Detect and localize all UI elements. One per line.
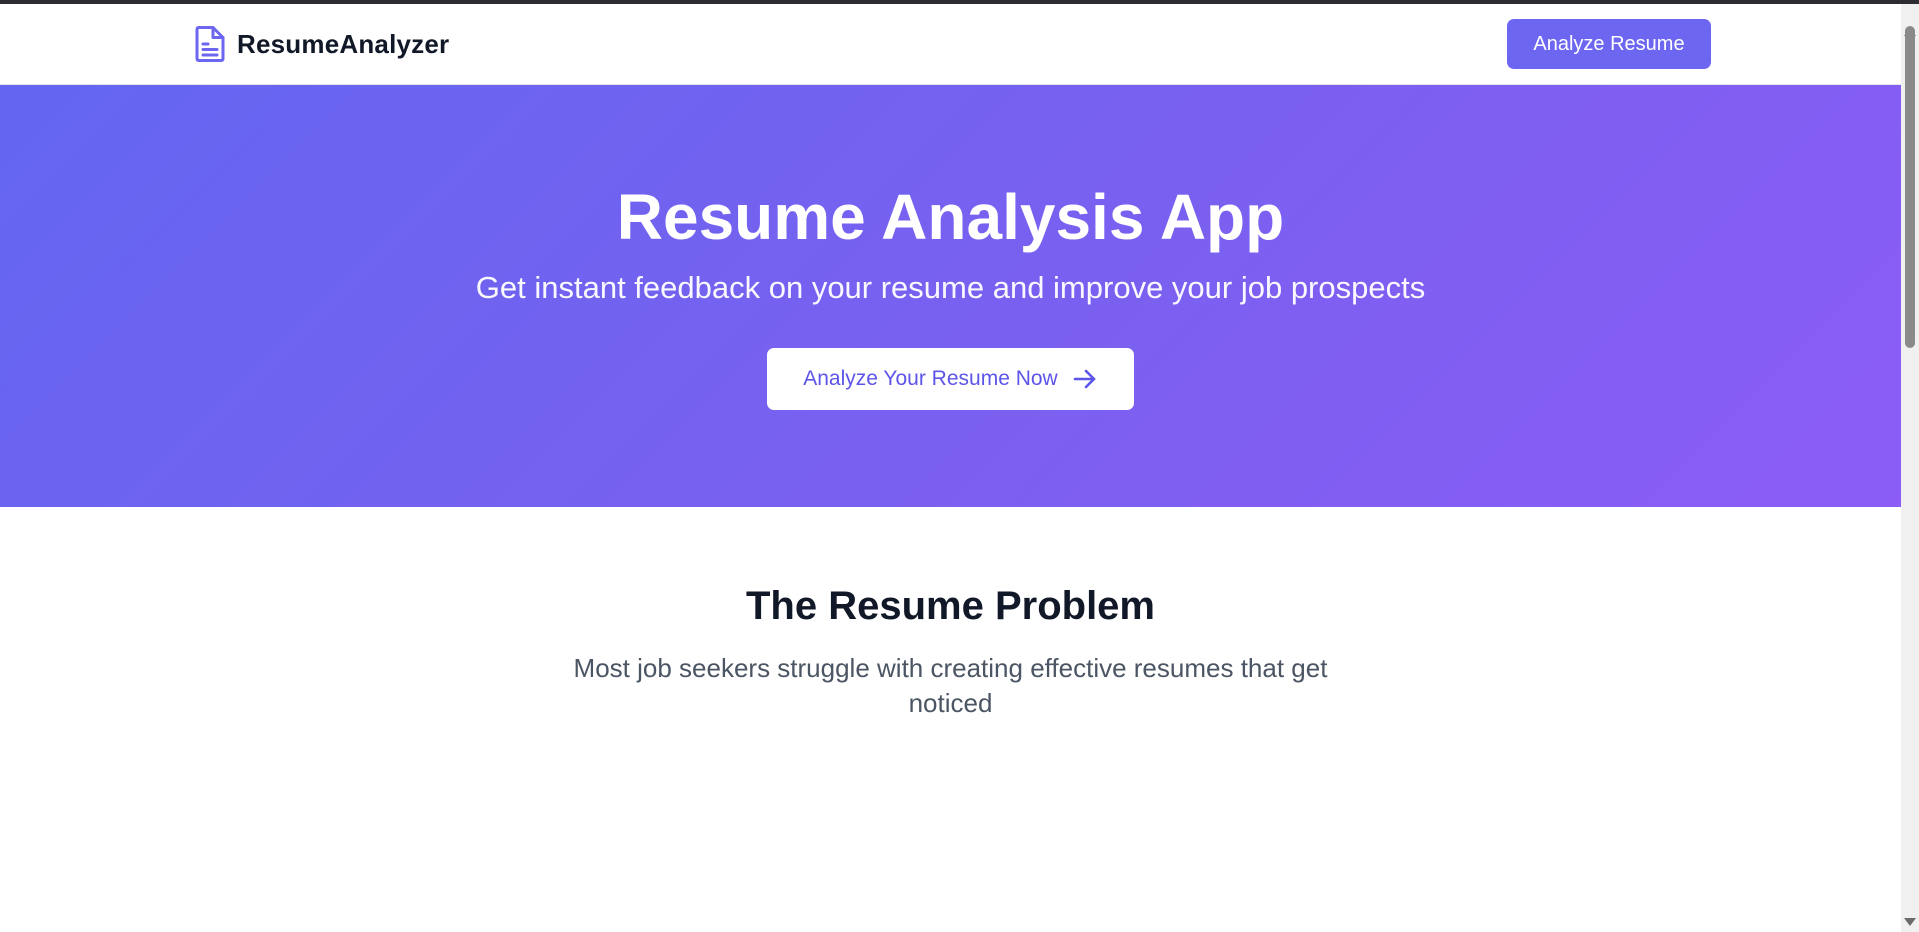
problem-section-text: Most job seekers struggle with creating …: [573, 653, 1328, 718]
document-icon: [193, 25, 227, 63]
arrow-right-icon: [1072, 366, 1098, 392]
brand-logo-link[interactable]: ResumeAnalyzer: [193, 25, 449, 63]
problem-section-title: The Resume Problem: [745, 584, 1155, 628]
analyze-your-resume-now-button[interactable]: Analyze Your Resume Now: [767, 348, 1134, 410]
site-header: ResumeAnalyzer Analyze Resume: [0, 4, 1901, 85]
hero-title: Resume Analysis App: [616, 181, 1285, 253]
page-viewport: ResumeAnalyzer Analyze Resume Resume Ana…: [0, 4, 1901, 932]
hero-cta-label: Analyze Your Resume Now: [803, 367, 1058, 390]
scroll-down-arrow-icon[interactable]: [1904, 918, 1916, 926]
analyze-resume-button[interactable]: Analyze Resume: [1507, 19, 1711, 69]
scrollbar-thumb[interactable]: [1905, 26, 1915, 348]
hero-section: Resume Analysis App Get instant feedback…: [0, 85, 1901, 507]
hero-subtitle: Get instant feedback on your resume and …: [475, 270, 1426, 305]
brand-name: ResumeAnalyzer: [237, 28, 450, 59]
vertical-scrollbar[interactable]: [1901, 4, 1919, 932]
